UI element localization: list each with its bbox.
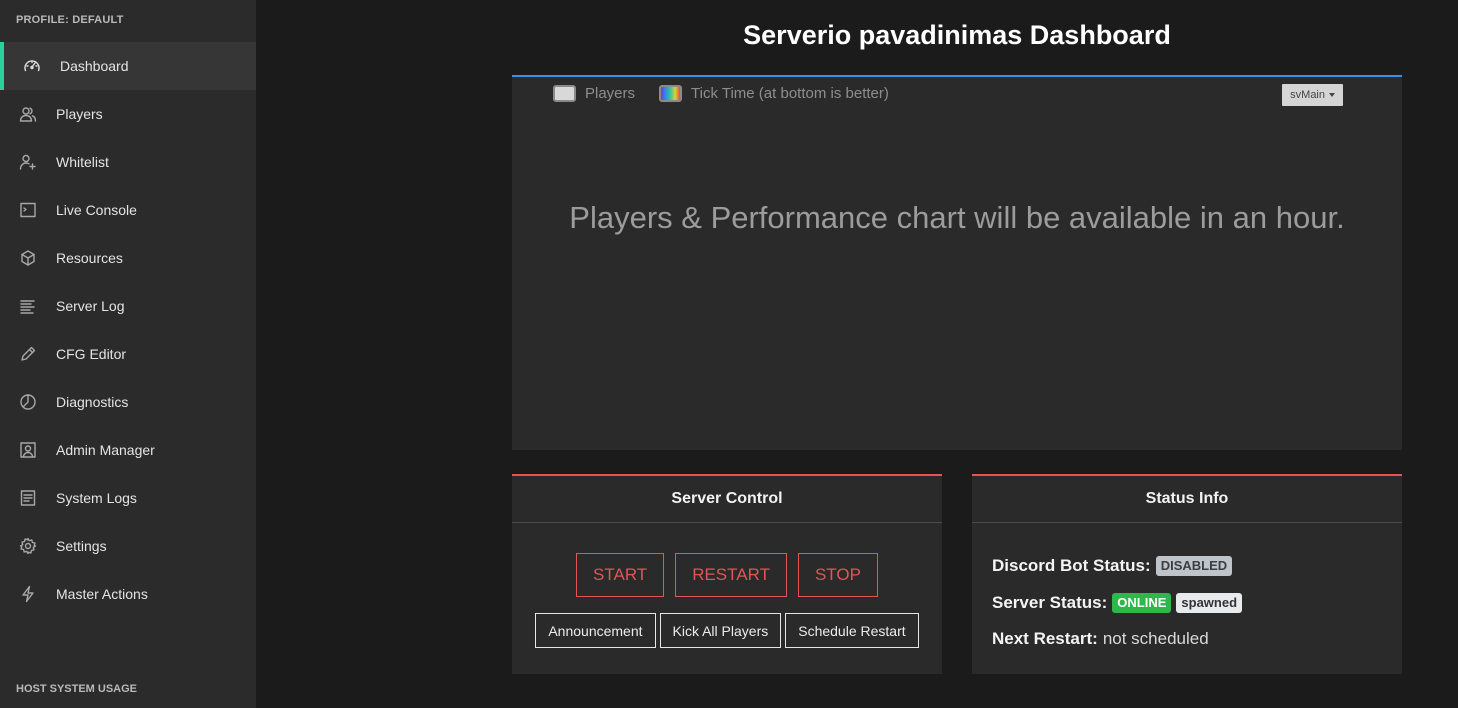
- stop-button[interactable]: STOP: [797, 553, 878, 597]
- start-button[interactable]: START: [576, 553, 665, 597]
- sidebar-item-dashboard[interactable]: Dashboard: [0, 42, 256, 90]
- sidebar-item-label: Dashboard: [60, 58, 129, 74]
- sidebar-item-label: Whitelist: [56, 154, 109, 170]
- sidebar-item-cfg-editor[interactable]: CFG Editor: [0, 330, 256, 378]
- sidebar-item-resources[interactable]: Resources: [0, 234, 256, 282]
- server-power-buttons: START RESTART STOP: [512, 553, 942, 597]
- kick-all-players-button[interactable]: Kick All Players: [659, 613, 782, 648]
- host-system-usage-label: HOST SYSTEM USAGE: [16, 683, 138, 695]
- schedule-restart-button[interactable]: Schedule Restart: [785, 613, 919, 648]
- sidebar-nav: Dashboard Players Whitelist Live Console…: [0, 42, 256, 618]
- sidebar-item-label: Admin Manager: [56, 442, 155, 458]
- pencil-icon: [19, 345, 37, 363]
- server-status-label: Server Status:: [992, 592, 1108, 612]
- sidebar-item-server-log[interactable]: Server Log: [0, 282, 256, 330]
- legend-label: Players: [585, 85, 636, 102]
- status-lines: Discord Bot Status: DISABLED Server Stat…: [992, 554, 1247, 664]
- legend-label: Tick Time (at bottom is better): [691, 85, 889, 102]
- legend-swatch-players: [553, 85, 576, 102]
- caret-down-icon: [1329, 93, 1335, 97]
- speedometer-icon: [23, 57, 41, 75]
- sidebar-item-label: Players: [56, 106, 103, 122]
- sidebar-item-label: Live Console: [56, 202, 137, 218]
- server-control-card: Server Control START RESTART STOP Announ…: [512, 474, 942, 674]
- sidebar-item-system-logs[interactable]: System Logs: [0, 474, 256, 522]
- sidebar-item-label: Master Actions: [56, 586, 148, 602]
- file-icon: [19, 489, 37, 507]
- players-performance-chart-card: Players Tick Time (at bottom is better) …: [512, 75, 1402, 450]
- legend-item-players[interactable]: Players: [553, 85, 635, 102]
- profile-label: PROFILE: DEFAULT: [16, 14, 124, 26]
- cube-icon: [19, 249, 37, 267]
- chart-pie-icon: [19, 393, 37, 411]
- page-title: Serverio pavadinimas Dashboard: [743, 20, 1171, 50]
- sidebar-item-label: Settings: [56, 538, 107, 554]
- chart-legend: Players Tick Time (at bottom is better): [553, 85, 913, 102]
- terminal-icon: [19, 201, 37, 219]
- server-state-badge: spawned: [1176, 592, 1243, 613]
- next-restart-value: not scheduled: [1102, 629, 1209, 648]
- announcement-button[interactable]: Announcement: [535, 613, 656, 648]
- legend-item-tick-time[interactable]: Tick Time (at bottom is better): [659, 85, 889, 102]
- bolt-icon: [19, 585, 37, 603]
- next-restart-row: Next Restart: not scheduled: [992, 627, 1247, 651]
- server-status-row: Server Status: ONLINE spawned: [992, 591, 1247, 615]
- users-icon: [19, 105, 37, 123]
- status-info-card: Status Info Discord Bot Status: DISABLED…: [972, 474, 1402, 674]
- gear-icon: [19, 537, 37, 555]
- user-plus-icon: [19, 153, 37, 171]
- sidebar-item-admin-manager[interactable]: Admin Manager: [0, 426, 256, 474]
- lines-icon: [19, 297, 37, 315]
- discord-bot-status-label: Discord Bot Status:: [992, 556, 1151, 575]
- sidebar: PROFILE: DEFAULT Dashboard Players White…: [0, 0, 256, 708]
- sidebar-item-live-console[interactable]: Live Console: [0, 186, 256, 234]
- server-select-dropdown[interactable]: svMain: [1282, 84, 1343, 106]
- sidebar-item-whitelist[interactable]: Whitelist: [0, 138, 256, 186]
- sidebar-item-label: Server Log: [56, 298, 125, 314]
- sidebar-item-label: Resources: [56, 250, 123, 266]
- sidebar-item-label: CFG Editor: [56, 346, 127, 362]
- sidebar-item-master-actions[interactable]: Master Actions: [0, 570, 256, 618]
- contact-icon: [19, 441, 37, 459]
- legend-swatch-tick-time: [659, 85, 683, 102]
- next-restart-label: Next Restart:: [992, 629, 1098, 648]
- server-control-title: Server Control: [512, 476, 942, 523]
- restart-button[interactable]: RESTART: [675, 553, 787, 597]
- sidebar-item-diagnostics[interactable]: Diagnostics: [0, 378, 256, 426]
- server-select-value: svMain: [1290, 89, 1325, 101]
- sidebar-item-settings[interactable]: Settings: [0, 522, 256, 570]
- discord-status-badge: DISABLED: [1155, 556, 1233, 576]
- server-action-buttons: Announcement Kick All Players Schedule R…: [512, 613, 942, 648]
- discord-bot-status-row: Discord Bot Status: DISABLED: [992, 554, 1247, 578]
- status-info-title: Status Info: [972, 476, 1402, 523]
- sidebar-item-label: System Logs: [56, 490, 137, 506]
- sidebar-item-players[interactable]: Players: [0, 90, 256, 138]
- chart-unavailable-message: Players & Performance chart will be avai…: [569, 200, 1345, 235]
- server-online-badge: ONLINE: [1112, 592, 1172, 613]
- sidebar-item-label: Diagnostics: [56, 394, 129, 410]
